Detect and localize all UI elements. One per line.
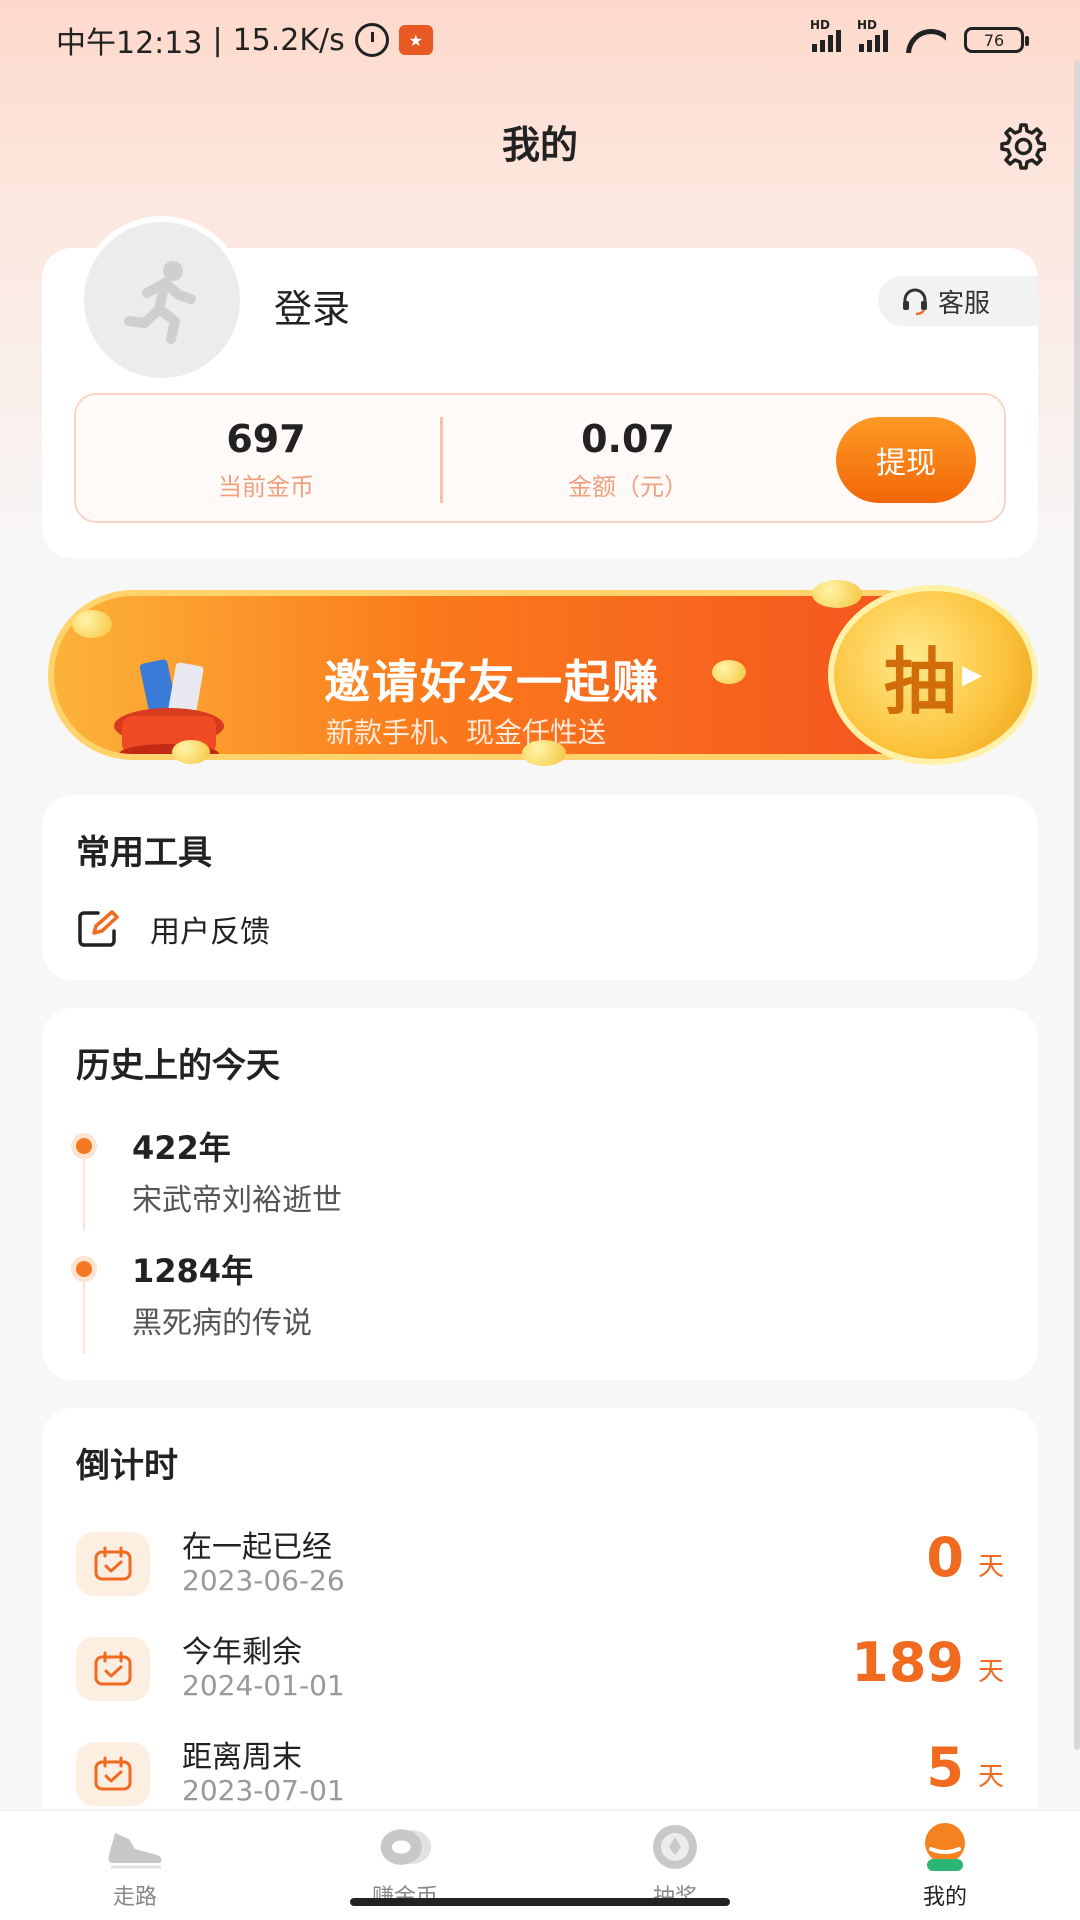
status-separator: | bbox=[212, 22, 223, 58]
signal-icon: HD bbox=[857, 18, 888, 52]
lottery-draw-label: 抽 bbox=[883, 639, 956, 724]
countdown-unit: 天 bbox=[977, 1657, 1004, 1687]
countdown-value: 5 bbox=[926, 1736, 964, 1799]
battery-icon: 76 bbox=[964, 27, 1029, 53]
countdown-name: 在一起已经 bbox=[182, 1530, 332, 1565]
balance-panel: 697 当前金币 0.07 金额（元） 提现 bbox=[74, 393, 1006, 523]
tools-title: 常用工具 bbox=[76, 833, 212, 873]
coin-decoration bbox=[172, 740, 210, 764]
timeline-line bbox=[83, 1159, 85, 1231]
history-title: 历史上的今天 bbox=[76, 1046, 280, 1086]
avatar[interactable] bbox=[78, 216, 246, 384]
tab-mine-label: 我的 bbox=[922, 1885, 967, 1910]
countdown-date: 2024-01-01 bbox=[182, 1669, 345, 1702]
tab-walk[interactable]: 走路 bbox=[65, 1823, 205, 1911]
gift-illustration bbox=[104, 656, 234, 754]
history-card: 历史上的今天 422年 宋武帝刘裕逝世 1284年 黑死病的传说 bbox=[42, 1008, 1038, 1380]
customer-service-label: 客服 bbox=[938, 288, 991, 319]
coin-icon bbox=[375, 1823, 435, 1871]
coins-value: 697 bbox=[226, 417, 306, 461]
countdown-item[interactable]: 今年剩余 2024-01-01 189 天 bbox=[76, 1631, 1004, 1713]
tab-earn-coins-label: 赚金币 bbox=[335, 1879, 475, 1911]
withdraw-button[interactable]: 提现 bbox=[836, 417, 976, 503]
status-bar-left: 中午12:13 | 15.2K/s ★ bbox=[56, 18, 433, 62]
divider bbox=[440, 417, 443, 503]
countdown-unit: 天 bbox=[977, 1762, 1004, 1792]
calendar-icon bbox=[76, 1637, 150, 1701]
headset-icon bbox=[903, 288, 927, 316]
status-time: 中午12:13 bbox=[56, 26, 203, 61]
status-bar: 中午12:13 | 15.2K/s ★ HD HD 76 bbox=[0, 0, 1080, 80]
gear-icon bbox=[1000, 123, 1047, 170]
countdown-date: 2023-07-01 bbox=[182, 1774, 345, 1807]
amount-label: 金额（元） bbox=[568, 473, 688, 501]
profile-icon bbox=[915, 1823, 975, 1871]
signal-icon: HD bbox=[810, 18, 841, 52]
coin-decoration bbox=[522, 740, 566, 766]
status-bar-right: HD HD 76 bbox=[810, 18, 1029, 53]
battery-level: 76 bbox=[983, 30, 1005, 50]
edit-icon bbox=[78, 910, 119, 947]
timeline-line bbox=[83, 1282, 85, 1354]
alarm-icon bbox=[354, 23, 389, 57]
page-title: 我的 bbox=[501, 123, 578, 167]
coin-decoration bbox=[712, 660, 746, 684]
app-notification-icon: ★ bbox=[398, 25, 433, 55]
countdown-name: 距离周末 bbox=[182, 1740, 302, 1775]
timeline-dot bbox=[76, 1261, 92, 1277]
tab-mine[interactable]: 我的 bbox=[875, 1823, 1015, 1911]
login-link[interactable]: 登录 bbox=[274, 278, 350, 333]
history-event: 黑死病的传说 bbox=[132, 1306, 312, 1341]
feedback-label: 用户反馈 bbox=[150, 915, 270, 950]
shoe-icon bbox=[105, 1823, 165, 1871]
tab-walk-label: 走路 bbox=[112, 1885, 157, 1910]
countdown-date: 2023-06-26 bbox=[182, 1564, 345, 1597]
scrollbar[interactable] bbox=[1074, 60, 1080, 1750]
countdown-item[interactable]: 在一起已经 2023-06-26 0 天 bbox=[76, 1526, 1004, 1608]
history-event: 宋武帝刘裕逝世 bbox=[132, 1183, 342, 1218]
coin-decoration bbox=[812, 580, 862, 608]
lottery-draw-button[interactable]: 抽 ▶ bbox=[828, 585, 1038, 765]
customer-service-button[interactable]: 客服 bbox=[878, 276, 1038, 326]
amount-value: 0.07 bbox=[581, 417, 675, 461]
tools-card: 常用工具 用户反馈 bbox=[42, 795, 1038, 980]
settings-button[interactable] bbox=[996, 121, 1047, 171]
coins-stat[interactable]: 697 当前金币 bbox=[96, 417, 436, 502]
banner-subtitle: 新款手机、现金任性送 bbox=[326, 716, 607, 749]
banner-title: 邀请好友一起赚 bbox=[324, 655, 660, 709]
status-network-speed: 15.2K/s bbox=[232, 22, 345, 58]
coin-decoration bbox=[72, 610, 112, 638]
amount-stat[interactable]: 0.07 金额（元） bbox=[458, 417, 798, 502]
avatar-placeholder bbox=[84, 222, 240, 378]
profile-card: 登录 客服 697 当前金币 0.07 金额（元） 提现 bbox=[42, 216, 1038, 558]
play-arrow-icon: ▶ bbox=[962, 660, 982, 690]
lottery-icon bbox=[645, 1823, 705, 1871]
countdown-value: 189 bbox=[851, 1631, 964, 1694]
calendar-icon bbox=[76, 1742, 150, 1806]
running-person-icon bbox=[124, 261, 196, 344]
countdown-value: 0 bbox=[926, 1526, 964, 1589]
tab-lottery-label: 抽奖 bbox=[605, 1879, 745, 1911]
history-year: 422年 bbox=[132, 1129, 231, 1167]
countdown-name: 今年剩余 bbox=[182, 1635, 302, 1670]
coins-label: 当前金币 bbox=[218, 473, 314, 501]
countdown-title: 倒计时 bbox=[76, 1446, 178, 1486]
countdown-card: 倒计时 在一起已经 2023-06-26 0 天 今年剩余 2024-01-01… bbox=[42, 1408, 1038, 1808]
countdown-unit: 天 bbox=[977, 1552, 1004, 1582]
home-indicator[interactable] bbox=[350, 1898, 730, 1906]
timeline-dot bbox=[76, 1138, 92, 1154]
page-header: 我的 bbox=[0, 115, 1080, 175]
calendar-icon bbox=[76, 1532, 150, 1596]
feedback-item[interactable]: 用户反馈 bbox=[76, 907, 270, 951]
wifi-icon bbox=[906, 27, 946, 53]
invite-banner[interactable]: 邀请好友一起赚 新款手机、现金任性送 抽 ▶ bbox=[42, 570, 1038, 770]
countdown-item[interactable]: 距离周末 2023-07-01 5 天 bbox=[76, 1736, 1004, 1818]
history-year: 1284年 bbox=[132, 1252, 254, 1290]
